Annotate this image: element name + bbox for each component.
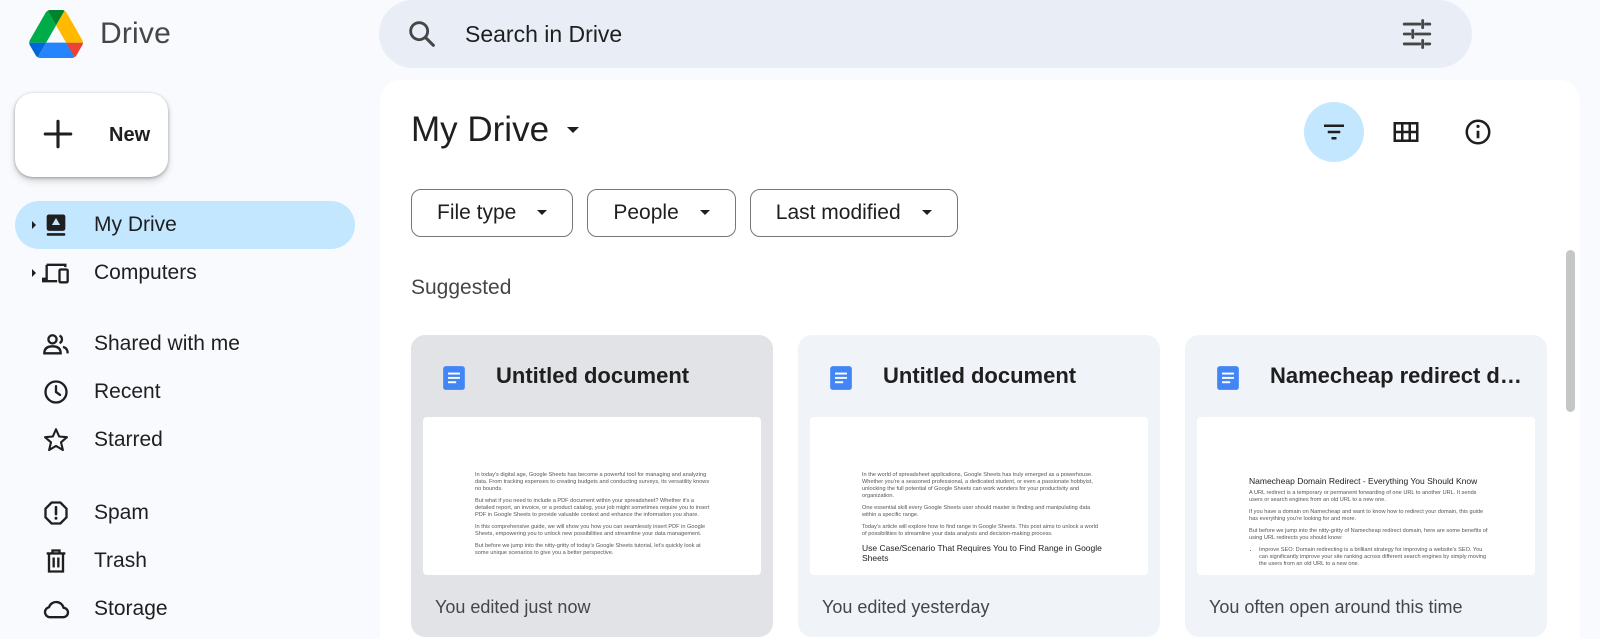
sidebar-item-label: Trash: [94, 549, 147, 572]
new-button-label: New: [109, 123, 151, 146]
file-card[interactable]: Untitled document In today's digital age…: [411, 335, 773, 637]
file-activity: You edited yesterday: [822, 597, 990, 617]
sidebar-item-label: Spam: [94, 501, 149, 524]
clock-icon: [44, 380, 68, 404]
file-preview-thumbnail[interactable]: In the world of spreadsheet applications…: [810, 417, 1148, 575]
sidebar-item-spam[interactable]: Spam: [15, 489, 355, 537]
tune-icon[interactable]: [1400, 17, 1434, 51]
filter-label: People: [613, 201, 679, 224]
search-icon[interactable]: [405, 17, 439, 51]
chevron-down-icon: [921, 210, 932, 215]
sidebar-item-label: Recent: [94, 380, 161, 403]
search-input[interactable]: Search in Drive: [465, 21, 622, 48]
sort-filter-button[interactable]: [1304, 102, 1364, 162]
preview-bullet: Improve SEO: Domain redirecting is a bri…: [1259, 547, 1489, 568]
google-drive-logo-icon: [29, 10, 83, 58]
file-name: Namecheap redirect do...: [1270, 363, 1530, 388]
preview-heading: Namecheap Domain Redirect - Everything Y…: [1249, 476, 1478, 486]
file-activity: You edited just now: [435, 597, 591, 617]
page-title: My Drive: [411, 110, 550, 149]
computers-icon: [42, 263, 69, 284]
spam-icon: [44, 501, 68, 525]
preview-text: Today's article will explore how to find…: [862, 524, 1099, 537]
sidebar-item-my-drive[interactable]: My Drive: [15, 201, 355, 249]
page-title-dropdown[interactable]: My Drive: [411, 110, 583, 150]
filter-list-icon: [1324, 124, 1344, 140]
google-docs-icon: [830, 366, 852, 390]
file-preview-thumbnail[interactable]: Namecheap Domain Redirect - Everything Y…: [1197, 417, 1535, 575]
people-icon: [43, 334, 69, 355]
preview-text: One essential skill every Google Sheets …: [862, 505, 1091, 518]
filter-chips: File type People Last modified: [411, 189, 958, 237]
trash-icon: [46, 549, 66, 573]
cloud-icon: [43, 600, 70, 619]
file-activity: You often open around this time: [1209, 597, 1463, 617]
chevron-down-icon: [567, 127, 580, 133]
file-name: Untitled document: [496, 363, 690, 388]
grid-layout-button[interactable]: [1376, 102, 1436, 162]
grid-view-icon: [1393, 122, 1419, 142]
sidebar-item-starred[interactable]: Starred: [15, 416, 355, 464]
new-button[interactable]: New: [15, 93, 168, 177]
search-bar[interactable]: Search in Drive: [379, 0, 1472, 68]
preview-text: In today's digital age, Google Sheets ha…: [475, 472, 710, 492]
sidebar-item-label: Computers: [94, 261, 197, 284]
sidebar-item-trash[interactable]: Trash: [15, 537, 355, 585]
sidebar-item-computers[interactable]: Computers: [15, 249, 355, 297]
my-drive-icon: [46, 214, 66, 236]
preview-text: But before we jump into the nitty-gritty…: [475, 543, 701, 556]
expand-arrow-icon[interactable]: [29, 268, 39, 278]
sidebar-item-recent[interactable]: Recent: [15, 368, 355, 416]
main-panel: My Drive File type People Last modified …: [380, 80, 1580, 639]
view-details-button[interactable]: [1448, 102, 1508, 162]
drive-logo[interactable]: Drive: [28, 6, 171, 62]
chevron-down-icon: [699, 210, 710, 215]
sidebar-item-shared-with-me[interactable]: Shared with me: [15, 320, 355, 368]
google-docs-icon: [1217, 366, 1239, 390]
google-docs-icon: [443, 366, 465, 390]
filter-label: Last modified: [775, 201, 901, 224]
sidebar-item-label: Starred: [94, 428, 163, 451]
sidebar-item-storage[interactable]: Storage: [15, 585, 355, 633]
suggested-heading: Suggested: [411, 276, 512, 299]
preview-text: In this comprehensive guide, we will sho…: [475, 524, 706, 537]
preview-text: But what if you need to include a PDF do…: [475, 498, 710, 518]
file-type-filter[interactable]: File type: [411, 189, 574, 237]
app-name: Drive: [100, 17, 172, 50]
people-filter[interactable]: People: [587, 189, 736, 237]
preview-heading: Use Case/Scenario That Requires You to F…: [862, 543, 1102, 563]
preview-text: A URL redirect is a temporary or permane…: [1249, 490, 1477, 503]
last-modified-filter[interactable]: Last modified: [749, 189, 958, 237]
preview-text: If you have a domain on Namecheap and wa…: [1249, 509, 1484, 522]
sidebar-item-label: Storage: [94, 597, 168, 620]
plus-icon: [43, 119, 73, 149]
chevron-down-icon: [537, 210, 548, 215]
sidebar-item-label: Shared with me: [94, 332, 240, 355]
file-card[interactable]: Namecheap redirect do... Namecheap Domai…: [1185, 335, 1547, 637]
drive-app: Drive Search in Drive New My Drive Compu…: [0, 0, 1600, 639]
preview-text: But before we jump into the nitty-gritty…: [1249, 528, 1488, 541]
expand-arrow-icon[interactable]: [29, 220, 39, 230]
info-icon: [1465, 119, 1491, 145]
scrollbar-thumb[interactable]: [1566, 250, 1575, 412]
sidebar-item-label: My Drive: [94, 213, 177, 236]
preview-text: In the world of spreadsheet applications…: [862, 472, 1093, 499]
file-preview-thumbnail[interactable]: In today's digital age, Google Sheets ha…: [423, 417, 761, 575]
file-name: Untitled document: [883, 363, 1077, 388]
star-icon: [43, 428, 69, 452]
filter-label: File type: [437, 201, 517, 224]
file-card[interactable]: Untitled document In the world of spread…: [798, 335, 1160, 637]
